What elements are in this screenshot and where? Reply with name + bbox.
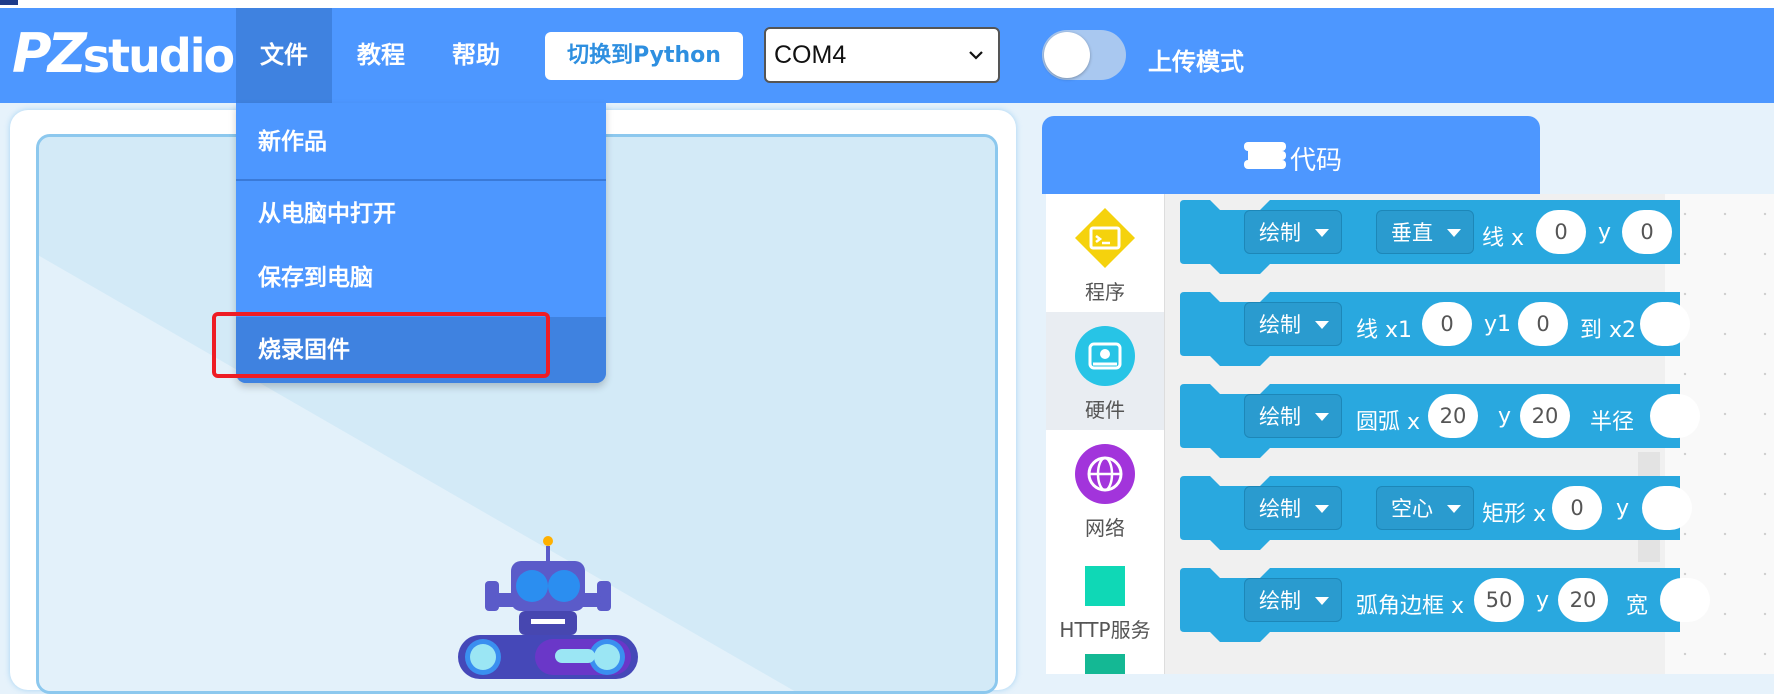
category-program[interactable]: 程序 bbox=[1046, 194, 1164, 312]
device-icon bbox=[1075, 326, 1135, 386]
code-icon bbox=[1244, 142, 1286, 169]
switch-to-python-button[interactable]: 切换到Python bbox=[545, 32, 743, 80]
block-direction-dropdown[interactable]: 垂直 bbox=[1376, 210, 1474, 254]
block-text: 线 x1 bbox=[1356, 318, 1413, 343]
toggle-knob bbox=[1044, 32, 1090, 78]
block-text: 弧角边框 x bbox=[1356, 594, 1465, 619]
block-text: y bbox=[1498, 404, 1512, 429]
code-tab-label: 代码 bbox=[1290, 146, 1343, 176]
block-draw-rect[interactable]: 绘制 空心 矩形 x 0 y bbox=[1180, 476, 1692, 551]
file-menu-new-project[interactable]: 新作品 bbox=[236, 109, 606, 175]
block-text: 线 x bbox=[1482, 226, 1525, 251]
block-text: y bbox=[1598, 220, 1612, 245]
block-input-x1[interactable]: 0 bbox=[1422, 302, 1472, 346]
file-menu-save-to-computer[interactable]: 保存到电脑 bbox=[236, 245, 606, 311]
category-next-icon bbox=[1085, 654, 1125, 674]
window-top-edge bbox=[0, 0, 1774, 8]
category-hardware[interactable]: 硬件 bbox=[1046, 312, 1164, 430]
upload-mode-toggle[interactable] bbox=[1042, 30, 1126, 80]
dropdown-label: 绘制 bbox=[1259, 589, 1301, 613]
port-select[interactable]: COM4 bbox=[764, 27, 1000, 83]
block-text: y bbox=[1536, 588, 1550, 613]
chevron-down-icon bbox=[969, 51, 983, 60]
dropdown-label: 绘制 bbox=[1259, 405, 1301, 429]
block-draw-dropdown[interactable]: 绘制 bbox=[1244, 302, 1342, 346]
menu-help[interactable]: 帮助 bbox=[440, 8, 512, 103]
category-http-service[interactable]: HTTP服务 bbox=[1046, 548, 1164, 666]
block-text: 到 x2 bbox=[1580, 318, 1637, 343]
block-text: 半径 bbox=[1590, 410, 1635, 435]
category-panel: 程序 硬件 网络 HTTP服务 bbox=[1046, 194, 1165, 674]
globe-icon bbox=[1075, 444, 1135, 504]
block-fill-dropdown[interactable]: 空心 bbox=[1376, 486, 1474, 530]
caret-down-icon bbox=[1447, 229, 1461, 237]
caret-down-icon bbox=[1447, 505, 1461, 513]
block-text: 圆弧 x bbox=[1356, 410, 1421, 435]
category-label: 硬件 bbox=[1085, 398, 1125, 422]
dropdown-label: 空心 bbox=[1391, 497, 1433, 521]
block-draw-line[interactable]: 绘制 垂直 线 x 0 y 0 bbox=[1180, 200, 1680, 275]
caret-down-icon bbox=[1315, 229, 1329, 237]
dropdown-label: 绘制 bbox=[1259, 497, 1301, 521]
dropdown-label: 垂直 bbox=[1391, 221, 1433, 245]
upload-mode-label: 上传模式 bbox=[1148, 48, 1244, 76]
port-select-value: COM4 bbox=[774, 41, 847, 69]
caret-down-icon bbox=[1315, 597, 1329, 605]
block-input-width[interactable] bbox=[1660, 578, 1710, 622]
block-draw-dropdown[interactable]: 绘制 bbox=[1244, 394, 1342, 438]
dropdown-label: 绘制 bbox=[1259, 313, 1301, 337]
file-menu-open-from-computer[interactable]: 从电脑中打开 bbox=[236, 179, 606, 245]
block-input-y1[interactable]: 0 bbox=[1518, 302, 1568, 346]
dropdown-label: 绘制 bbox=[1259, 221, 1301, 245]
window-top-marker bbox=[0, 0, 18, 5]
menu-file[interactable]: 文件 bbox=[236, 8, 332, 103]
category-network[interactable]: 网络 bbox=[1046, 430, 1164, 548]
block-draw-dropdown[interactable]: 绘制 bbox=[1244, 578, 1342, 622]
block-input-x2[interactable] bbox=[1640, 302, 1690, 346]
category-label: HTTP服务 bbox=[1059, 618, 1151, 642]
block-draw-round-rect[interactable]: 绘制 弧角边框 x 50 y 20 宽 bbox=[1180, 568, 1710, 643]
category-label: 程序 bbox=[1085, 280, 1125, 304]
caret-down-icon bbox=[1315, 413, 1329, 421]
block-text: 矩形 x bbox=[1482, 502, 1547, 527]
block-draw-dropdown[interactable]: 绘制 bbox=[1244, 210, 1342, 254]
block-input-x[interactable]: 20 bbox=[1428, 394, 1478, 438]
block-input-x[interactable]: 50 bbox=[1474, 578, 1524, 622]
logo-pz-text: PZ bbox=[12, 22, 87, 85]
category-label: 网络 bbox=[1085, 516, 1125, 540]
block-input-y[interactable]: 0 bbox=[1622, 210, 1672, 254]
logo-studio-text: studio bbox=[82, 29, 235, 83]
terminal-icon bbox=[1075, 208, 1135, 268]
block-input-y[interactable]: 20 bbox=[1520, 394, 1570, 438]
code-tab[interactable]: 代码 bbox=[1042, 116, 1540, 194]
highlight-box bbox=[212, 312, 550, 378]
block-input-radius[interactable] bbox=[1650, 394, 1700, 438]
app-logo: PZstudio bbox=[12, 22, 235, 85]
block-draw-arc[interactable]: 绘制 圆弧 x 20 y 20 半径 bbox=[1180, 384, 1700, 459]
block-draw-dropdown[interactable]: 绘制 bbox=[1244, 486, 1342, 530]
block-input-y[interactable] bbox=[1642, 486, 1692, 530]
block-draw-line-points[interactable]: 绘制 线 x1 0 y1 0 到 x2 bbox=[1180, 292, 1690, 367]
block-input-x[interactable]: 0 bbox=[1552, 486, 1602, 530]
robot-sprite[interactable] bbox=[455, 531, 641, 681]
block-input-x[interactable]: 0 bbox=[1536, 210, 1586, 254]
block-text: y bbox=[1616, 496, 1630, 521]
block-input-y[interactable]: 20 bbox=[1558, 578, 1608, 622]
block-text: y1 bbox=[1484, 312, 1512, 337]
caret-down-icon bbox=[1315, 321, 1329, 329]
block-text: 宽 bbox=[1626, 594, 1649, 619]
caret-down-icon bbox=[1315, 505, 1329, 513]
menu-tutorial[interactable]: 教程 bbox=[345, 8, 417, 103]
